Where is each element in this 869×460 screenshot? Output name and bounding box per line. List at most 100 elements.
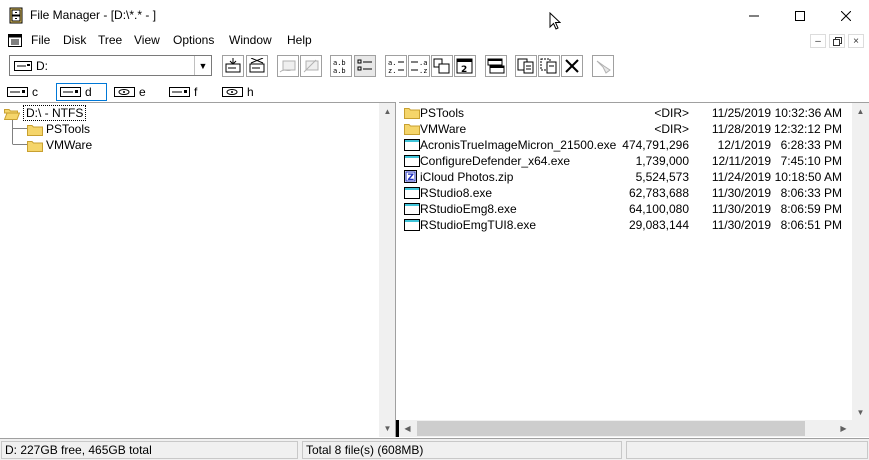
file-time: 8:06:33 PM <box>780 186 842 200</box>
minimize-button[interactable] <box>731 0 777 31</box>
drive-c[interactable]: c <box>3 83 39 101</box>
move-icon <box>540 58 557 74</box>
scroll-right-icon[interactable]: ▶ <box>835 420 852 437</box>
sort-date-icon: 2 <box>456 58 473 74</box>
file-size: 1,739,000 <box>635 154 689 168</box>
view-details-button[interactable] <box>354 55 376 77</box>
svg-text:a.b: a.b <box>333 59 346 67</box>
maximize-button[interactable] <box>777 0 823 31</box>
file-row[interactable]: ConfigureDefender_x64.exe 1,739,000 12/1… <box>402 153 842 169</box>
svg-text:.z: .z <box>419 67 427 74</box>
file-name: iCloud Photos.zip <box>420 170 514 184</box>
folder-icon <box>27 140 43 152</box>
status-disk-space: D: 227GB free, 465GB total <box>1 441 298 459</box>
file-name: PSTools <box>420 106 465 120</box>
drive-letter: d <box>85 85 92 99</box>
menu-file[interactable]: File <box>31 33 50 47</box>
scroll-down-icon[interactable]: ▼ <box>379 420 396 437</box>
svg-text:.a: .a <box>419 59 427 67</box>
scroll-left-icon[interactable]: ◀ <box>399 420 416 437</box>
drive-f[interactable]: f <box>165 83 198 101</box>
executable-icon <box>404 155 420 167</box>
sort-type-button[interactable]: .a .z <box>408 55 430 77</box>
view-name-icon: a.ba.b <box>333 59 346 74</box>
child-window-icon[interactable] <box>8 34 22 47</box>
file-cabinet-icon <box>9 7 23 24</box>
close-icon <box>841 10 851 21</box>
sort-size-button[interactable] <box>431 55 453 77</box>
file-row[interactable]: VMWare <DIR> 11/28/2019 12:32:12 PM <box>402 121 842 137</box>
file-row[interactable]: RStudio8.exe 62,783,688 11/30/2019 8:06:… <box>402 185 842 201</box>
restore-icon <box>832 36 842 46</box>
folder-icon <box>27 124 43 136</box>
share-button[interactable] <box>277 55 299 77</box>
file-name: RStudioEmgTUI8.exe <box>420 218 537 232</box>
tree-item[interactable]: VMWare <box>27 137 92 153</box>
files-horizontal-scrollbar[interactable]: ◀ ▶ <box>399 420 852 437</box>
file-date: 11/25/2019 <box>711 106 771 120</box>
delete-button[interactable] <box>561 55 583 77</box>
files-vertical-scrollbar[interactable]: ▲ ▼ <box>852 103 869 421</box>
file-date: 11/30/2019 <box>711 202 771 216</box>
child-restore-button[interactable] <box>829 34 845 48</box>
executable-icon <box>404 219 420 231</box>
file-size: 5,524,573 <box>635 170 689 184</box>
disconnect-network-button[interactable] <box>246 55 268 77</box>
menu-help[interactable]: Help <box>287 33 312 47</box>
dropdown-arrow-icon[interactable]: ▼ <box>194 56 211 75</box>
file-row[interactable]: RStudioEmgTUI8.exe 29,083,144 11/30/2019… <box>402 217 842 233</box>
file-name: VMWare <box>420 122 467 136</box>
sort-date-button[interactable]: 2 <box>454 55 476 77</box>
properties-button[interactable] <box>592 55 614 77</box>
copy-button[interactable] <box>515 55 537 77</box>
view-name-button[interactable]: a.b a.b <box>330 55 352 77</box>
scroll-up-icon[interactable]: ▲ <box>852 103 869 120</box>
child-close-button[interactable]: × <box>848 34 864 48</box>
tree-root[interactable]: D:\ - NTFS <box>4 105 87 121</box>
scroll-up-icon[interactable]: ▲ <box>379 103 396 120</box>
file-row[interactable]: RStudioEmg8.exe 64,100,080 11/30/2019 8:… <box>402 201 842 217</box>
file-size: 62,783,688 <box>628 186 689 200</box>
scroll-down-icon[interactable]: ▼ <box>852 404 869 421</box>
menu-view[interactable]: View <box>134 33 160 47</box>
drive-d[interactable]: d <box>56 83 107 101</box>
file-date: 11/30/2019 <box>711 186 771 200</box>
directory-tree-pane[interactable]: D:\ - NTFS PSTools VMWare ▲ ▼ <box>0 102 396 437</box>
connect-network-button[interactable] <box>222 55 244 77</box>
file-row[interactable]: PSTools <DIR> 11/25/2019 10:32:36 AM <box>402 105 842 121</box>
scrollbar-thumb[interactable] <box>417 421 805 436</box>
copy-icon <box>517 58 534 74</box>
drive-e[interactable]: e <box>110 83 147 101</box>
file-row[interactable]: Z iCloud Photos.zip 5,524,573 11/24/2019… <box>402 169 842 185</box>
menu-window[interactable]: Window <box>229 33 272 47</box>
cdrom-drive-icon <box>222 87 243 97</box>
file-size: 64,100,080 <box>628 202 689 216</box>
file-list-pane[interactable]: PSTools <DIR> 11/25/2019 10:32:36 AM VMW… <box>399 102 869 437</box>
sort-type-icon: .a.z <box>411 59 427 74</box>
sort-name-button[interactable]: a. z. <box>385 55 407 77</box>
tree-item[interactable]: PSTools <box>27 121 90 137</box>
menu-disk[interactable]: Disk <box>63 33 86 47</box>
menu-options[interactable]: Options <box>173 33 214 47</box>
sort-name-icon: a.z. <box>388 59 404 74</box>
close-button[interactable] <box>823 0 869 31</box>
file-row[interactable]: AcronisTrueImageMicron_21500.exe 474,791… <box>402 137 842 153</box>
drive-select[interactable]: D: ▼ <box>9 55 212 76</box>
status-empty <box>626 441 868 459</box>
svg-text:a.: a. <box>388 59 396 67</box>
drive-bar: c d e f h <box>0 81 869 102</box>
menu-tree[interactable]: Tree <box>98 33 122 47</box>
drive-h[interactable]: h <box>218 83 255 101</box>
minimize-icon: – <box>815 35 821 47</box>
svg-text:2: 2 <box>461 65 467 74</box>
child-minimize-button[interactable]: – <box>810 34 826 48</box>
stop-sharing-button[interactable] <box>300 55 322 77</box>
move-button[interactable] <box>538 55 560 77</box>
file-name: RStudio8.exe <box>420 186 493 200</box>
drive-letter: h <box>247 85 254 99</box>
tree-item-label: PSTools <box>46 122 91 136</box>
tree-vertical-scrollbar[interactable]: ▲ ▼ <box>379 103 396 437</box>
tree-root-label: D:\ - NTFS <box>23 105 87 121</box>
file-size: 474,791,296 <box>622 138 689 152</box>
new-window-button[interactable] <box>485 55 507 77</box>
